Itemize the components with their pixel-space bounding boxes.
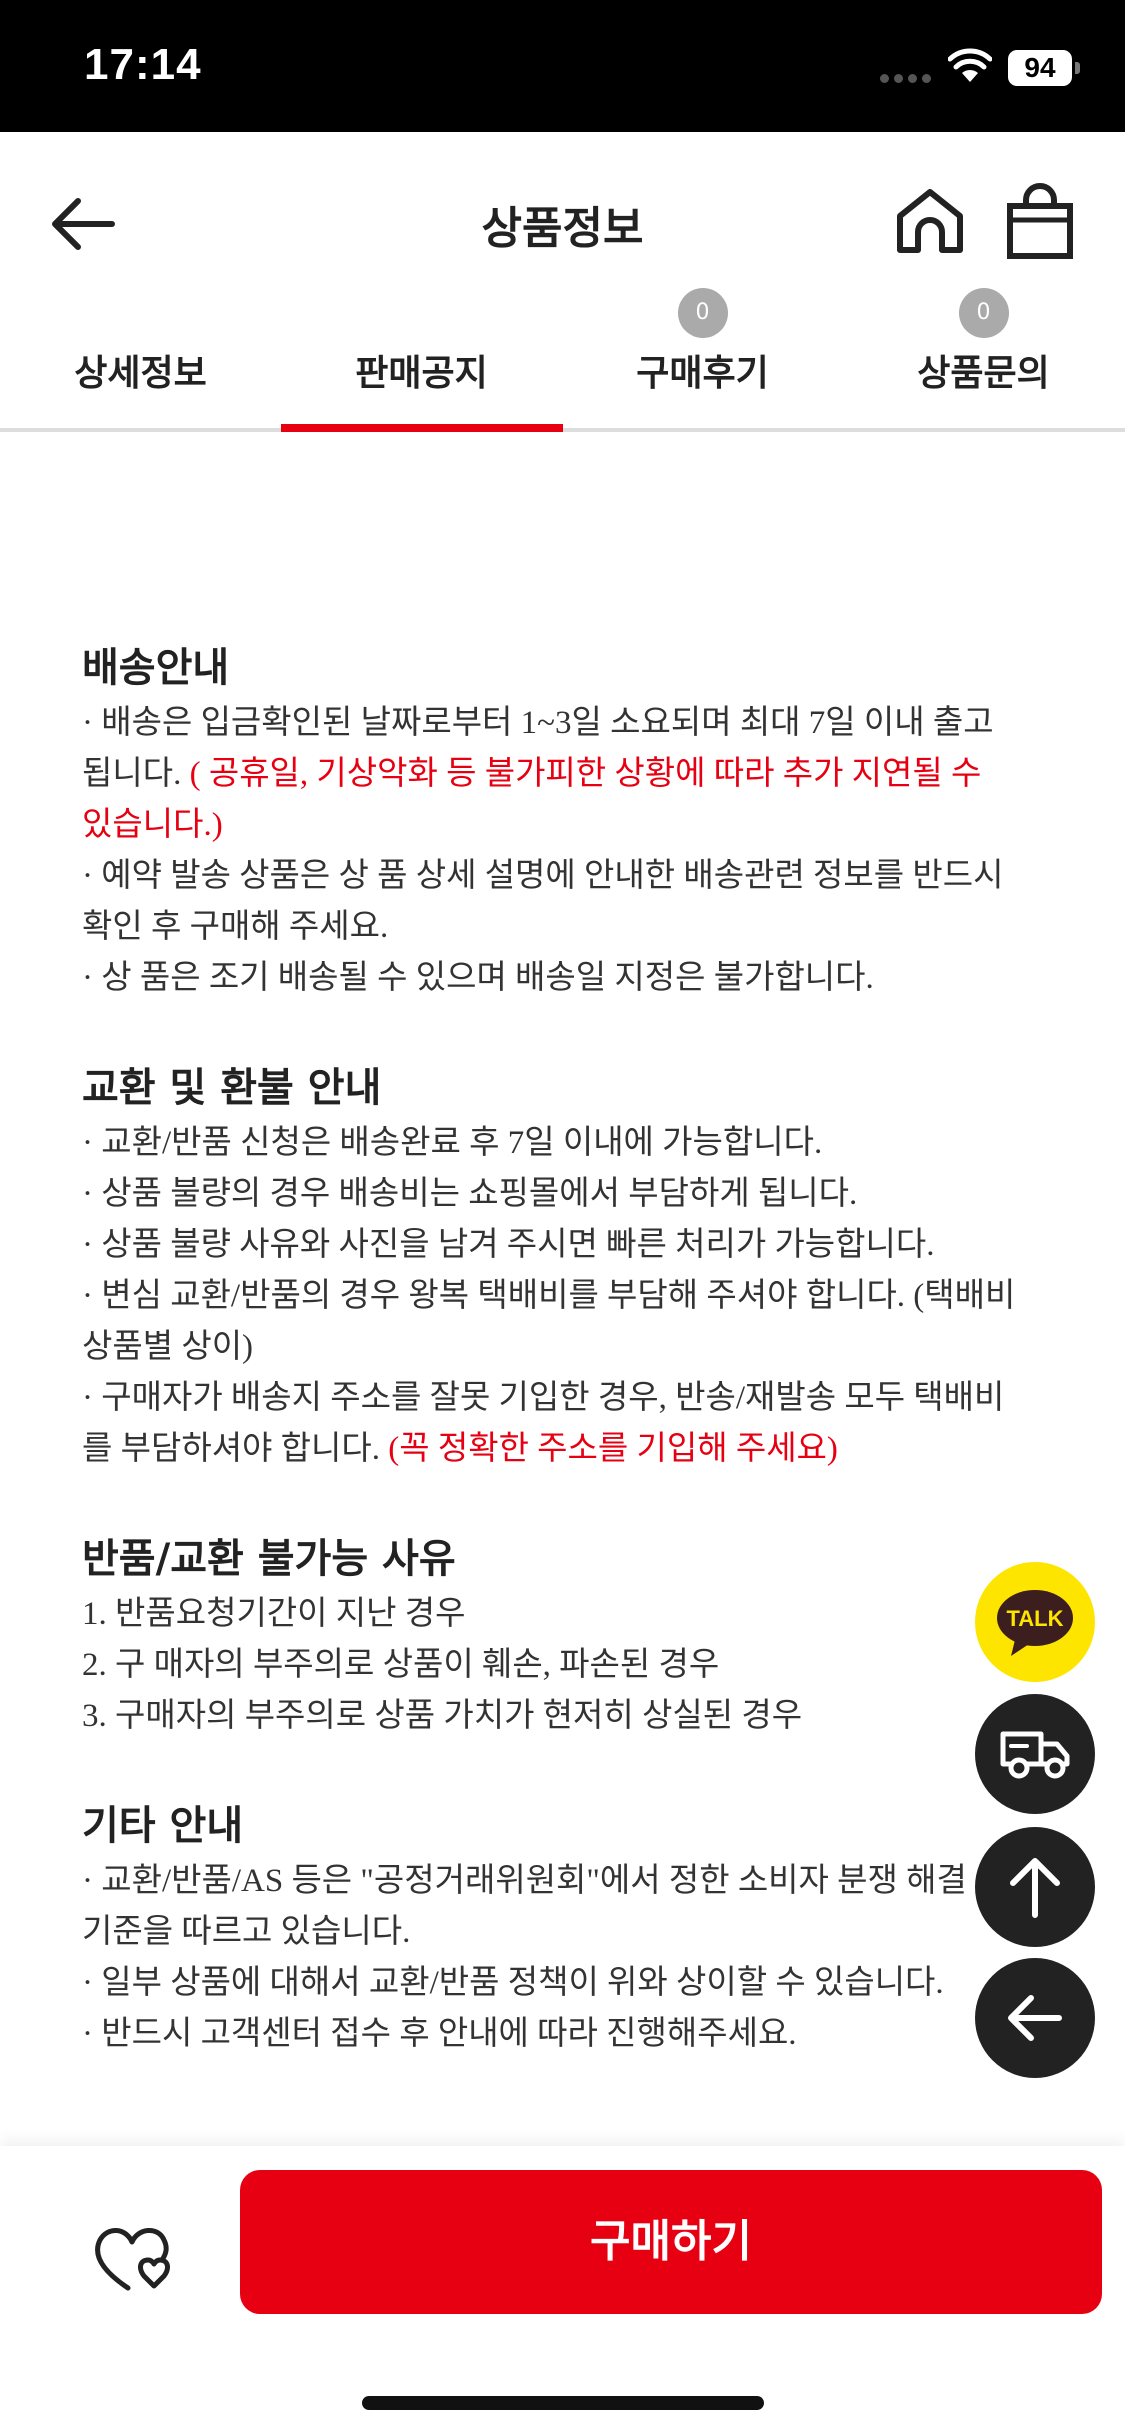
notice-line: 3. 구매자의 부주의로 상품 가치가 현저히 상실된 경우 (82, 1698, 803, 1734)
shipping-info-section: 배송안내 · 배송은 입금확인된 날짜로부터 1~3일 소요되며 최대 7일 이… (82, 640, 1042, 1004)
cellular-signal-icon (880, 74, 934, 84)
battery-tip (1075, 62, 1080, 74)
notice-highlight: ( 공휴일, 기상악화 등 불가피한 상황에 따라 추가 지연될 수 (189, 756, 982, 792)
notice-line: 됩니다. ( 공휴일, 기상악화 등 불가피한 상황에 따라 추가 지연될 수 (82, 749, 1042, 800)
battery-level: 94 (1008, 50, 1072, 86)
notice-line: · 상품 불량 사유와 사진을 남겨 주시면 빠른 처리가 가능합니다. (82, 1227, 935, 1263)
kakao-talk-icon: TALK (997, 1590, 1073, 1656)
tab-reviews[interactable]: 0 구매후기 (562, 282, 843, 432)
no-return-section: 반품/교환 불가능 사유 1. 반품요청기간이 지난 경우 2. 구 매자의 부… (82, 1531, 1042, 1742)
go-back-button[interactable] (975, 1958, 1095, 2078)
scroll-top-button[interactable] (975, 1827, 1095, 1947)
app-header: 상품정보 (0, 132, 1125, 282)
etc-info-section: 기타 안내 · 교환/반품/AS 등은 "공정거래위원회"에서 정한 소비자 분… (82, 1798, 1042, 2060)
status-time: 17:14 (84, 40, 202, 89)
notice-line: · 예약 발송 상품은 상 품 상세 설명에 안내한 배송관련 정보를 반드시 (82, 858, 1004, 894)
arrow-left-icon (1008, 1995, 1062, 2041)
notice-line: 1. 반품요청기간이 지난 경우 (82, 1596, 466, 1632)
notice-line: · 교환/반품/AS 등은 "공정거래위원회"에서 정한 소비자 분쟁 해결 (82, 1863, 967, 1899)
sales-notice-content: 배송안내 · 배송은 입금확인된 날짜로부터 1~3일 소요되며 최대 7일 이… (82, 640, 1042, 2116)
delivery-truck-icon (1000, 1731, 1070, 1779)
bottom-action-bar: 구매하기 (0, 2146, 1125, 2436)
home-indicator (362, 2396, 764, 2410)
qna-count-badge: 0 (958, 288, 1009, 338)
tab-label: 구매후기 (636, 353, 769, 394)
notice-line: 를 부담하셔야 합니다. (꼭 정확한 주소를 기입해 주세요) (82, 1424, 1042, 1475)
notice-line: 2. 구 매자의 부주의로 상품이 훼손, 파손된 경우 (82, 1647, 720, 1683)
active-tab-indicator (281, 424, 563, 432)
notice-line: · 반드시 고객센터 접수 후 안내에 따라 진행해주세요. (82, 2016, 797, 2052)
shopping-bag-icon[interactable] (1002, 182, 1078, 262)
section-title: 교환 및 환불 안내 (82, 1065, 382, 1111)
notice-line: 기준을 따르고 있습니다. (82, 1914, 411, 1950)
tab-product-qna[interactable]: 0 상품문의 (843, 282, 1124, 432)
tab-sales-notice[interactable]: 판매공지 (281, 282, 562, 432)
notice-line: · 상품 불량의 경우 배송비는 쇼핑몰에서 부담하게 됩니다. (82, 1176, 858, 1212)
section-title: 배송안내 (82, 645, 230, 691)
talk-label: TALK (1006, 1606, 1063, 1631)
notice-line: · 배송은 입금확인된 날짜로부터 1~3일 소요되며 최대 7일 이내 출고 (82, 705, 994, 741)
heart-icon[interactable] (88, 2218, 178, 2298)
tab-label: 상세정보 (74, 353, 207, 394)
wifi-icon (948, 48, 992, 82)
notice-text: 됩니다. (82, 756, 190, 792)
tab-detail-info[interactable]: 상세정보 (0, 282, 281, 432)
section-title: 반품/교환 불가능 사유 (82, 1536, 456, 1582)
delivery-tracking-button[interactable] (975, 1694, 1095, 1814)
kakao-talk-button[interactable]: TALK (975, 1562, 1095, 1682)
review-count-badge: 0 (677, 288, 728, 338)
notice-line: 확인 후 구매해 주세요. (82, 909, 389, 945)
tab-label: 판매공지 (355, 353, 488, 394)
exchange-refund-section: 교환 및 환불 안내 · 교환/반품 신청은 배송완료 후 7일 이내에 가능합… (82, 1060, 1042, 1475)
notice-highlight: 있습니다.) (82, 807, 223, 843)
notice-highlight: (꼭 정확한 주소를 기입해 주세요) (388, 1431, 838, 1467)
arrow-up-icon (1010, 1858, 1060, 1918)
status-bar: 17:14 94 (0, 0, 1125, 132)
home-icon[interactable] (892, 184, 968, 260)
notice-line: · 변심 교환/반품의 경우 왕복 택배비를 부담해 주셔야 합니다. (택배비 (82, 1278, 1016, 1314)
buy-button[interactable]: 구매하기 (240, 2170, 1102, 2314)
notice-line: · 교환/반품 신청은 배송완료 후 7일 이내에 가능합니다. (82, 1125, 823, 1161)
notice-line: · 일부 상품에 대해서 교환/반품 정책이 위와 상이할 수 있습니다. (82, 1965, 944, 2001)
notice-line: · 구매자가 배송지 주소를 잘못 기입한 경우, 반송/재발송 모두 택배비 (82, 1380, 1005, 1416)
notice-line: 상품별 상이) (82, 1329, 254, 1365)
section-title: 기타 안내 (82, 1803, 244, 1849)
tab-label: 상품문의 (917, 353, 1050, 394)
notice-text: 를 부담하셔야 합니다. (82, 1431, 389, 1467)
product-tabs: 상세정보 판매공지 0 구매후기 0 상품문의 (0, 282, 1125, 432)
notice-line: · 상 품은 조기 배송될 수 있으며 배송일 지정은 불가합니다. (82, 960, 874, 996)
